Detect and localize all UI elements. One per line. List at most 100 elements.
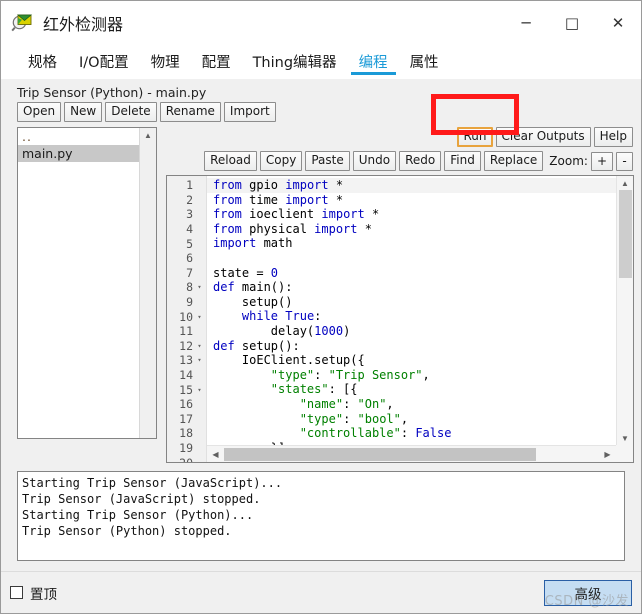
code-line: def main(): [213, 280, 293, 295]
line-number: 16 [179, 397, 193, 412]
zoom-in-button[interactable]: + [590, 151, 613, 171]
scroll-up-icon[interactable]: ▲ [140, 128, 157, 142]
minimize-button[interactable]: ─ [503, 1, 549, 45]
open-button[interactable]: Open [17, 102, 62, 122]
tab-config[interactable]: 配置 [191, 45, 242, 78]
line-number: 5 [186, 236, 193, 251]
import-button[interactable]: Import [223, 102, 276, 122]
console-line: Trip Sensor (Python) stopped. [22, 524, 232, 538]
tab-specifications[interactable]: 规格 [17, 45, 68, 78]
help-button[interactable]: Help [593, 127, 633, 147]
line-number: 7 [186, 265, 193, 280]
editor-toolbar: Reload Copy Paste Undo Redo Find Replace… [166, 151, 634, 171]
list-item[interactable]: main.py [18, 145, 156, 162]
code-editor-panel: Run Clear Outputs Help Reload Copy Paste… [166, 127, 634, 463]
title-bar: 红外检测器 ─ □ ✕ [1, 1, 641, 45]
fold-toggle-icon[interactable]: ▾ [196, 356, 203, 364]
code-line: from time import * [213, 192, 344, 207]
scroll-up-icon[interactable]: ▲ [617, 176, 634, 190]
editor-row: .. main.py ▲ Run Clear Outputs Help Relo… [8, 127, 634, 463]
close-button[interactable]: ✕ [595, 1, 641, 45]
tab-programming[interactable]: 编程 [348, 45, 399, 78]
code-line: state = 0 [213, 265, 279, 280]
find-button[interactable]: Find [444, 151, 481, 171]
clear-outputs-button[interactable]: Clear Outputs [495, 127, 591, 147]
code-editor[interactable]: 12345678▾910▾1112▾13▾1415▾16171819202122… [166, 175, 634, 463]
tab-attributes[interactable]: 属性 [399, 45, 450, 78]
replace-button[interactable]: Replace [483, 151, 544, 171]
tab-thing-editor[interactable]: Thing编辑器 [242, 45, 348, 78]
code-line: while True: [241, 309, 322, 324]
zoom-out-button[interactable]: - [616, 151, 633, 171]
code-line: delay(1000) [213, 323, 351, 338]
line-number: 17 [179, 411, 193, 426]
maximize-button[interactable]: □ [549, 1, 595, 45]
line-number: 4 [186, 222, 193, 237]
copy-button[interactable]: Copy [259, 151, 303, 171]
reload-button[interactable]: Reload [204, 151, 257, 171]
code-line: def setup(): [213, 338, 300, 353]
scrollbar-thumb[interactable] [618, 190, 632, 278]
line-number: 20 [179, 455, 193, 463]
scroll-down-icon[interactable]: ▼ [617, 431, 634, 445]
fold-toggle-icon[interactable]: ▾ [196, 283, 203, 291]
file-list-scrollbar[interactable]: ▲ [139, 128, 156, 438]
editor-vertical-scrollbar[interactable]: ▲ ▼ [616, 176, 633, 445]
undo-button[interactable]: Undo [352, 151, 397, 171]
code-text-area[interactable]: from gpio import * from time import * from… [207, 176, 633, 462]
zoom-label: Zoom: [549, 154, 588, 168]
line-number: 14 [179, 368, 193, 383]
file-list[interactable]: .. main.py [18, 128, 156, 438]
pin-on-top-checkbox[interactable]: 置顶 [10, 583, 57, 603]
line-number: 12 ▾ [179, 338, 203, 353]
window-title: 红外检测器 [43, 15, 124, 34]
code-line: from gpio import * [207, 178, 633, 193]
tab-physical[interactable]: 物理 [140, 45, 191, 78]
file-list-panel: .. main.py ▲ [17, 127, 157, 439]
line-number: 2 [186, 192, 193, 207]
line-number: 6 [186, 251, 193, 266]
console-line: Trip Sensor (JavaScript) stopped. [22, 492, 261, 506]
code-line: IoEClient.setup({ [213, 353, 365, 368]
tab-bar: 规格 I/O配置 物理 配置 Thing编辑器 编程 属性 [1, 45, 641, 79]
scroll-right-icon[interactable]: ▶ [599, 447, 616, 461]
code-line: from ioeclient import * [213, 207, 380, 222]
line-number-gutter: 12345678▾910▾1112▾13▾1415▾16171819202122 [167, 176, 207, 462]
code-line: "name": "On", [299, 396, 394, 411]
line-number: 19 [179, 440, 193, 455]
file-header-label: Trip Sensor (Python) - main.py [17, 85, 207, 100]
file-action-buttons: Open New Delete Rename Import [8, 102, 634, 122]
console-line: Starting Trip Sensor (Python)... [22, 508, 254, 522]
line-number: 18 [179, 426, 193, 441]
output-console[interactable]: Starting Trip Sensor (JavaScript)... Trip… [17, 471, 625, 561]
code-line: from physical import * [213, 221, 372, 236]
line-number: 10 ▾ [179, 309, 203, 324]
scrollbar-corner [616, 445, 633, 462]
pin-on-top-label: 置顶 [30, 586, 57, 603]
line-number: 3 [186, 207, 193, 222]
scroll-left-icon[interactable]: ◀ [207, 447, 224, 461]
fold-toggle-icon[interactable]: ▾ [196, 386, 203, 394]
programming-panel: Trip Sensor (Python) - main.py Open New … [1, 79, 641, 571]
code-line: "controllable": False [299, 426, 452, 441]
editor-horizontal-scrollbar[interactable]: ◀ ▶ [207, 445, 616, 462]
line-number: 1 [186, 178, 193, 193]
list-item[interactable]: .. [18, 128, 156, 145]
paste-button[interactable]: Paste [305, 151, 350, 171]
application-window: 红外检测器 ─ □ ✕ 规格 I/O配置 物理 配置 Thing编辑器 编程 属… [0, 0, 642, 614]
advanced-button[interactable]: 高级 [544, 579, 632, 606]
redo-button[interactable]: Redo [399, 151, 442, 171]
delete-button[interactable]: Delete [105, 102, 157, 122]
rename-button[interactable]: Rename [159, 102, 221, 122]
scrollbar-thumb[interactable] [224, 447, 536, 461]
line-number: 15 ▾ [179, 382, 203, 397]
run-toolbar: Run Clear Outputs Help [166, 127, 634, 147]
tab-io-config[interactable]: I/O配置 [68, 45, 140, 78]
line-number: 11 [179, 324, 193, 339]
fold-toggle-icon[interactable]: ▾ [196, 313, 203, 321]
checkbox-box[interactable] [10, 586, 23, 599]
run-button[interactable]: Run [457, 127, 493, 147]
new-button[interactable]: New [64, 102, 103, 122]
window-controls: ─ □ ✕ [503, 1, 641, 45]
fold-toggle-icon[interactable]: ▾ [196, 342, 203, 350]
